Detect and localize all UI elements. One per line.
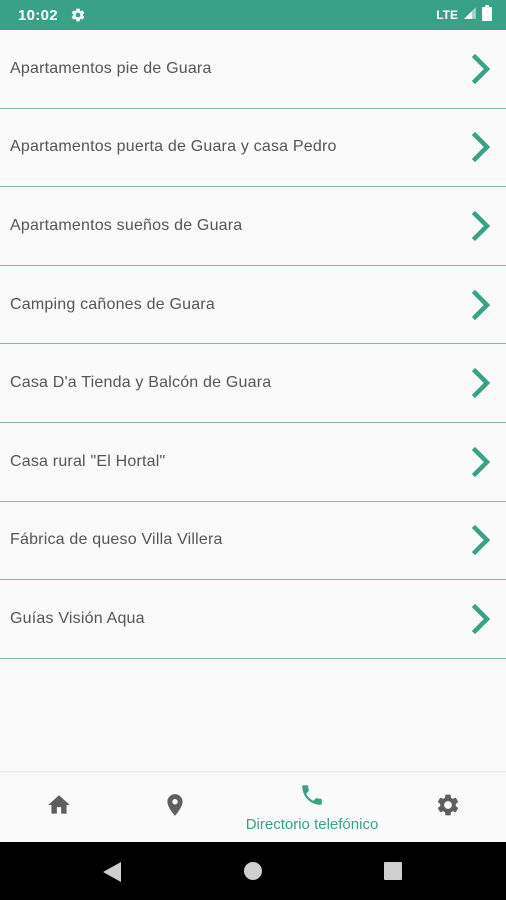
battery-icon [482,4,492,26]
list-item-label: Apartamentos pie de Guara [10,59,212,77]
home-icon [46,792,72,823]
list-item[interactable]: Casa D'a Tienda y Balcón de Guara [0,344,506,423]
recents-icon[interactable] [383,861,403,886]
settings-gear-icon [70,7,86,23]
signal-icon [463,6,477,25]
chevron-right-icon[interactable] [470,602,494,636]
chevron-right-icon[interactable] [470,288,494,322]
system-navigation-bar [0,842,506,900]
list-item[interactable]: Camping cañones de Guara [0,265,506,345]
list-item[interactable]: Fábrica de queso Villa Villera [0,501,506,581]
list-item[interactable]: Apartamentos sueños de Guara [0,187,506,266]
list-item-label: Fábrica de queso Villa Villera [10,531,223,549]
list-item-label: Casa rural "El Hortal" [10,452,166,470]
location-pin-icon [162,792,188,823]
list-item-label: Camping cañones de Guara [10,295,215,313]
status-indicators: LTE [436,4,492,26]
settings-icon [435,792,461,823]
chevron-right-icon[interactable] [470,445,494,479]
bottom-navigation: Directorio telefónico [0,771,506,842]
status-time: 10:02 [18,6,58,24]
nav-phone-label: Directorio telefónico [245,816,379,833]
chevron-right-icon[interactable] [470,52,494,86]
network-type: LTE [436,8,458,22]
list-item[interactable]: Apartamentos pie de Guara [0,30,506,109]
chevron-right-icon[interactable] [470,130,494,164]
list-item-label: Apartamentos puerta de Guara y casa Pedr… [10,138,337,156]
nav-phone-directory-button[interactable]: Directorio telefónico [222,772,402,843]
list-item-label: Casa D'a Tienda y Balcón de Guara [10,374,272,392]
chevron-right-icon[interactable] [470,366,494,400]
chevron-right-icon[interactable] [470,523,494,557]
directory-list: Apartamentos pie de Guara Apartamentos p… [0,30,506,659]
home-circle-icon[interactable] [243,861,263,886]
list-item[interactable]: Apartamentos puerta de Guara y casa Pedr… [0,108,506,188]
status-bar: 10:02 LTE [0,0,506,30]
chevron-right-icon[interactable] [470,209,494,243]
nav-home-button[interactable] [30,772,88,843]
back-icon[interactable] [101,861,123,888]
list-item-label: Apartamentos sueños de Guara [10,216,243,234]
list-item[interactable]: Guías Visión Aqua [0,580,506,659]
list-item-label: Guías Visión Aqua [10,609,145,627]
phone-icon [299,782,325,813]
nav-settings-button[interactable] [419,772,477,843]
nav-location-button[interactable] [146,772,204,843]
list-item[interactable]: Casa rural "El Hortal" [0,422,506,502]
